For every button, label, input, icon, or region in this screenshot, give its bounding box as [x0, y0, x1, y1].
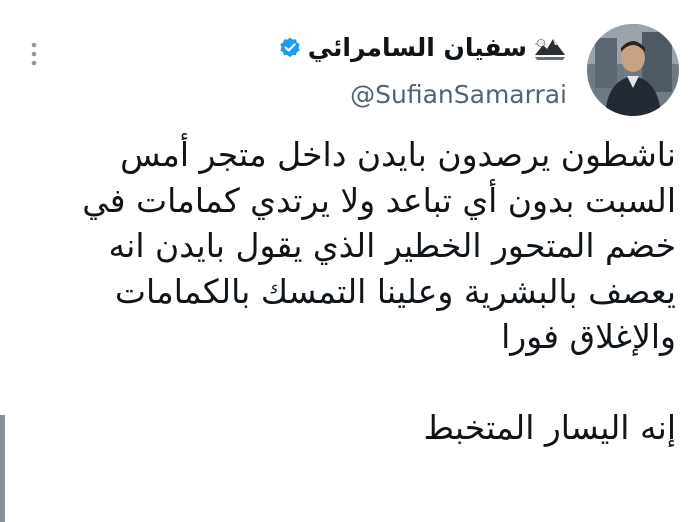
eagle-icon: [533, 33, 567, 63]
verified-badge-icon: [278, 36, 302, 60]
edge-divider: [0, 415, 5, 522]
tweet-card: سفيان السامرائي @SufianSamarrai ناشطون ي…: [0, 0, 700, 522]
avatar-photo: [587, 24, 679, 116]
tweet-line: والإغلاق فورا: [501, 317, 676, 356]
more-options-icon[interactable]: [28, 40, 40, 70]
tweet-text: ناشطون يرصدون بايدن داخل متجر أمس السبت …: [20, 132, 676, 451]
display-name[interactable]: سفيان السامرائي: [308, 32, 527, 64]
tweet-line: خضم المتحور الخطير الذي يقول بايدن انه: [108, 226, 676, 265]
tweet-line: السبت بدون أي تباعد ولا يرتدي كمامات في: [82, 180, 676, 220]
author-handle[interactable]: @SufianSamarrai: [350, 80, 567, 110]
tweet-line: يعصف بالبشرية وعلينا التمسك بالكمامات: [114, 271, 676, 311]
tweet-closing-line: إنه اليسار المتخبط: [423, 408, 676, 447]
tweet-line: ناشطون يرصدون بايدن داخل متجر أمس: [120, 135, 676, 174]
avatar[interactable]: [587, 24, 679, 116]
author-name-row[interactable]: سفيان السامرائي: [278, 32, 567, 64]
